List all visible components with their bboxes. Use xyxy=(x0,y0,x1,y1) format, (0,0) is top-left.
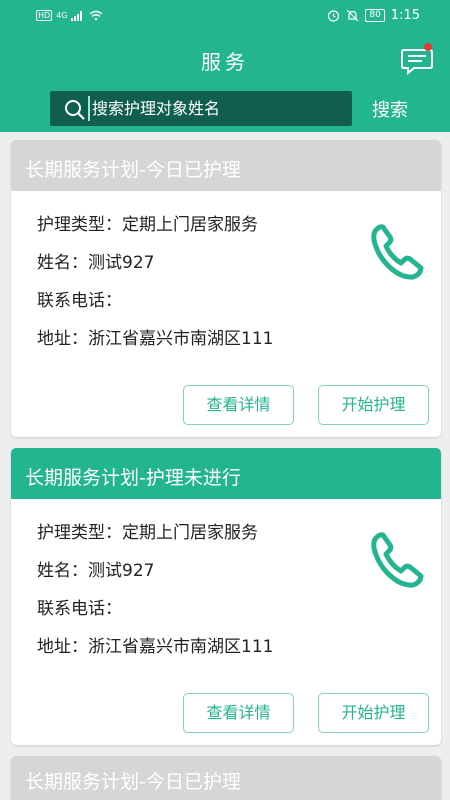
name-label: 姓名： xyxy=(37,253,88,273)
service-card: 长期服务计划-今日已护理 xyxy=(11,756,441,800)
service-card: 长期服务计划-今日已护理 护理类型：定期上门居家服务 姓名：测试927 联系电话… xyxy=(11,140,441,437)
care-type-row: 护理类型：定期上门居家服务 xyxy=(37,210,258,235)
name-value: 测试927 xyxy=(88,561,155,581)
search-input[interactable] xyxy=(88,96,343,121)
care-type-row: 护理类型：定期上门居家服务 xyxy=(37,518,258,543)
mute-bell-icon xyxy=(346,9,359,22)
phone-label: 联系电话： xyxy=(37,599,122,619)
name-label: 姓名： xyxy=(37,561,88,581)
view-details-button[interactable]: 查看详情 xyxy=(183,693,294,733)
title-bar: 服务 xyxy=(0,34,450,84)
search-box xyxy=(50,91,352,126)
page-title: 服务 xyxy=(201,50,249,74)
name-row: 姓名：测试927 xyxy=(37,248,154,273)
address-value: 浙江省嘉兴市南湖区111 xyxy=(88,637,274,657)
address-label: 地址： xyxy=(37,637,88,657)
card-title: 长期服务计划-今日已护理 xyxy=(11,140,441,191)
care-type-label: 护理类型： xyxy=(37,215,122,235)
search-icon xyxy=(65,100,85,120)
signal-icon xyxy=(71,10,83,21)
phone-row: 联系电话： xyxy=(37,594,122,619)
name-value: 测试927 xyxy=(88,253,155,273)
message-button[interactable] xyxy=(400,42,436,76)
network-indicator: 4G xyxy=(56,11,68,20)
unread-dot xyxy=(424,43,432,51)
status-right: 80 1:15 xyxy=(327,8,420,23)
address-value: 浙江省嘉兴市南湖区111 xyxy=(88,329,274,349)
clock: 1:15 xyxy=(390,8,420,23)
search-bar: 搜索 xyxy=(0,84,450,132)
search-button[interactable]: 搜索 xyxy=(372,96,408,122)
alarm-icon xyxy=(328,10,340,22)
address-row: 地址：浙江省嘉兴市南湖区111 xyxy=(37,324,273,349)
start-care-button[interactable]: 开始护理 xyxy=(318,693,429,733)
status-left: HD 4G xyxy=(36,10,103,21)
care-type-label: 护理类型： xyxy=(37,523,122,543)
battery-icon: 80 xyxy=(365,9,385,22)
card-title: 长期服务计划-护理未进行 xyxy=(11,448,441,499)
card-title: 长期服务计划-今日已护理 xyxy=(11,756,441,800)
care-type-value: 定期上门居家服务 xyxy=(122,215,258,235)
care-type-value: 定期上门居家服务 xyxy=(122,523,258,543)
status-bar: HD 4G 80 1:15 xyxy=(0,0,450,34)
phone-call-icon[interactable] xyxy=(369,222,427,282)
address-row: 地址：浙江省嘉兴市南湖区111 xyxy=(37,632,273,657)
start-care-button[interactable]: 开始护理 xyxy=(318,385,429,425)
address-label: 地址： xyxy=(37,329,88,349)
view-details-button[interactable]: 查看详情 xyxy=(183,385,294,425)
phone-row: 联系电话： xyxy=(37,286,122,311)
phone-call-icon[interactable] xyxy=(369,530,427,590)
hd-indicator: HD xyxy=(36,10,53,21)
service-card: 长期服务计划-护理未进行 护理类型：定期上门居家服务 姓名：测试927 联系电话… xyxy=(11,448,441,745)
wifi-icon xyxy=(90,10,103,21)
phone-label: 联系电话： xyxy=(37,291,122,311)
name-row: 姓名：测试927 xyxy=(37,556,154,581)
